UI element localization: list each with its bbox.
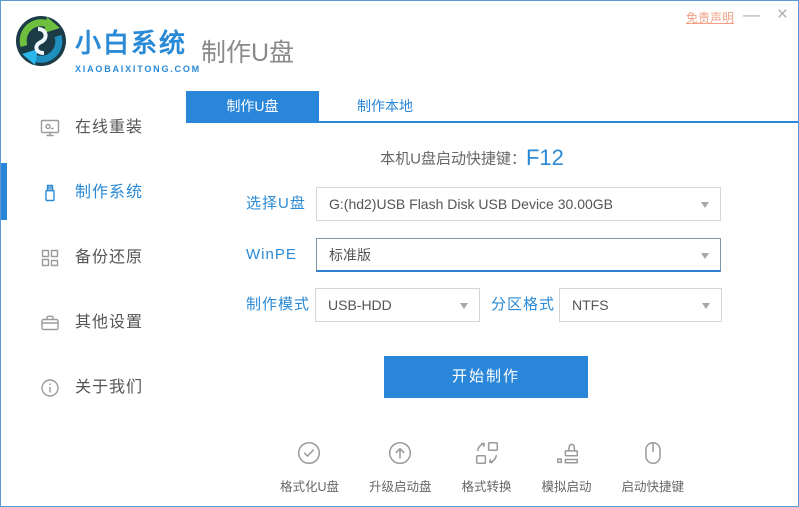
usb-select-dropdown[interactable]: G:(hd2)USB Flash Disk USB Device 30.00GB xyxy=(316,187,721,221)
tool-upgrade-bootdisk[interactable]: 升级启动盘 xyxy=(369,440,432,495)
main-content: 制作U盘 制作本地 本机U盘启动快捷键：F12 选择U盘 G:(hd2)USB … xyxy=(186,89,798,505)
brand-domain: XIAOBAIXITONG.COM xyxy=(75,64,201,74)
page-title: 制作U盘 xyxy=(201,39,295,67)
tool-format-convert[interactable]: 格式转换 xyxy=(462,440,512,495)
minimize-button[interactable]: — xyxy=(743,5,760,25)
sidebar-item-label: 其他设置 xyxy=(75,314,144,331)
sidebar-item-about-us[interactable]: 关于我们 xyxy=(1,368,186,408)
sidebar-item-backup-restore[interactable]: 备份还原 xyxy=(1,238,186,278)
check-circle-icon xyxy=(296,440,322,471)
sidebar-item-label: 在线重装 xyxy=(75,119,144,136)
boot-hotkey-value: F12 xyxy=(525,145,564,170)
winpe-dropdown[interactable]: 标准版 xyxy=(316,238,721,272)
convert-icon xyxy=(474,440,500,471)
tool-label: 格式转换 xyxy=(461,480,512,494)
start-create-button[interactable]: 开始制作 xyxy=(384,356,588,398)
sidebar-item-other-settings[interactable]: 其他设置 xyxy=(1,303,186,343)
boot-hotkey-line: 本机U盘启动快捷键：F12 xyxy=(186,145,758,171)
winpe-label: WinPE xyxy=(246,246,297,263)
monitor-icon xyxy=(39,117,61,139)
sidebar: 在线重装 制作系统 备份还原 其他设置 关于我们 xyxy=(1,89,186,505)
tab-create-local[interactable]: 制作本地 xyxy=(319,91,451,121)
partition-dropdown[interactable]: NTFS xyxy=(559,288,722,322)
partition-value: NTFS xyxy=(572,297,609,313)
tool-boot-hotkey[interactable]: 启动快捷键 xyxy=(621,440,685,495)
boot-hotkey-label: 本机U盘启动快捷键： xyxy=(380,150,526,168)
partition-label: 分区格式 xyxy=(491,296,556,313)
mode-value: USB-HDD xyxy=(328,297,392,313)
arrow-up-circle-icon xyxy=(387,440,413,471)
close-button[interactable]: × xyxy=(777,5,788,25)
tool-format-usb[interactable]: 格式化U盘 xyxy=(280,440,339,495)
sidebar-item-create-system[interactable]: 制作系统 xyxy=(1,173,186,213)
tab-create-usb[interactable]: 制作U盘 xyxy=(186,91,319,121)
sidebar-item-label: 关于我们 xyxy=(75,379,144,396)
header: 小白系统 XIAOBAIXITONG.COM 制作U盘 免责声明 — × xyxy=(1,1,798,89)
mode-label: 制作模式 xyxy=(246,296,311,313)
stamp-icon xyxy=(554,440,580,471)
app-logo-icon xyxy=(13,13,69,69)
utility-toolbar: 格式化U盘 升级启动盘 格式转换 模拟启动 启动快捷键 xyxy=(186,440,778,495)
winpe-value: 标准版 xyxy=(329,247,371,263)
tool-label: 升级启动盘 xyxy=(368,480,432,494)
disclaimer-link[interactable]: 免责声明 xyxy=(686,9,734,26)
tool-label: 格式化U盘 xyxy=(279,480,339,494)
app-window: 小白系统 XIAOBAIXITONG.COM 制作U盘 免责声明 — × 在线重… xyxy=(0,0,799,507)
chevron-down-icon xyxy=(460,303,468,309)
chevron-down-icon xyxy=(701,253,709,259)
brand-block: 小白系统 XIAOBAIXITONG.COM xyxy=(75,23,201,74)
chevron-down-icon xyxy=(702,303,710,309)
info-icon xyxy=(39,377,61,399)
tool-label: 启动快捷键 xyxy=(621,480,685,494)
brand-name: 小白系统 xyxy=(75,28,188,58)
chevron-down-icon xyxy=(701,202,709,208)
tool-label: 模拟启动 xyxy=(541,480,592,494)
sidebar-item-online-reinstall[interactable]: 在线重装 xyxy=(1,108,186,148)
grid-icon xyxy=(39,247,61,269)
tab-underline xyxy=(186,121,798,123)
sidebar-item-label: 备份还原 xyxy=(75,249,144,266)
sidebar-item-label: 制作系统 xyxy=(75,184,144,201)
usb-select-label: 选择U盘 xyxy=(246,195,306,212)
mouse-icon xyxy=(640,440,666,471)
briefcase-icon xyxy=(39,312,61,334)
usb-select-value: G:(hd2)USB Flash Disk USB Device 30.00GB xyxy=(329,196,613,212)
mode-dropdown[interactable]: USB-HDD xyxy=(315,288,480,322)
tool-simulate-boot[interactable]: 模拟启动 xyxy=(542,440,592,495)
usb-icon xyxy=(39,182,61,204)
